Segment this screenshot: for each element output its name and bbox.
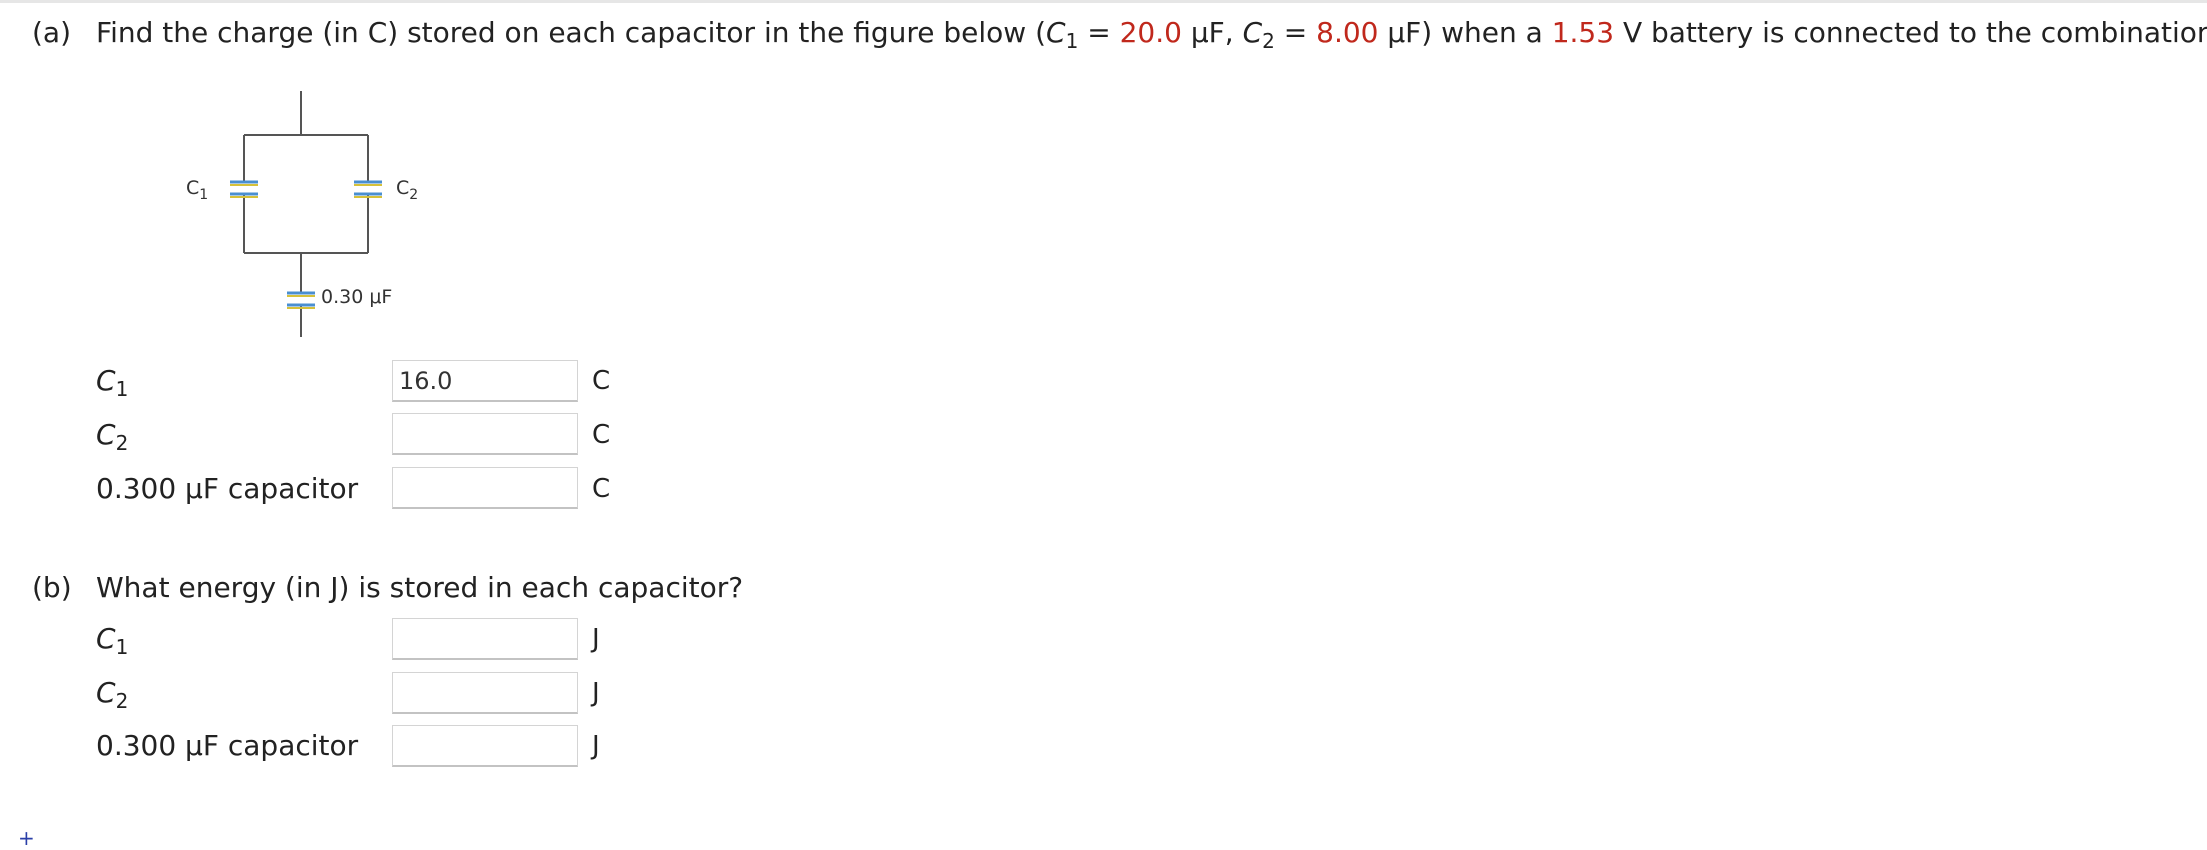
- question-text-1: Find the charge (in C) stored on each ca…: [96, 16, 1047, 49]
- a-c3-charge-input[interactable]: [392, 467, 578, 509]
- c2-subscript: 2: [1262, 29, 1275, 53]
- a-row-1-label: C1: [96, 364, 129, 401]
- b-row-2-unit: J: [592, 678, 600, 708]
- b-c3-energy-input[interactable]: [392, 725, 578, 767]
- a-row-3-label: 0.300 μF capacitor: [96, 472, 359, 505]
- unit-sep-1: μF,: [1181, 16, 1243, 49]
- part-a-label: (a): [32, 16, 72, 49]
- part-b-question: What energy (in J) is stored in each cap…: [96, 571, 744, 604]
- part-a-question: Find the charge (in C) stored on each ca…: [96, 16, 2207, 53]
- capacitor-c2-symbol: [354, 180, 382, 198]
- b-c2-energy-input[interactable]: [392, 672, 578, 714]
- b-row-3-unit: J: [592, 731, 600, 761]
- c1-symbol: C: [1046, 16, 1066, 49]
- top-divider: [0, 0, 2207, 3]
- c2-symbol: C: [1242, 16, 1263, 49]
- question-text-2: μF) when a: [1378, 16, 1552, 49]
- b-row-2-label: C2: [96, 676, 129, 713]
- c2-value: 8.00: [1316, 16, 1379, 49]
- b-c1-energy-input[interactable]: [392, 618, 578, 660]
- b-row-3-label: 0.300 μF capacitor: [96, 729, 359, 762]
- a-row-2-unit: C: [592, 420, 611, 450]
- part-b-label: (b): [32, 571, 72, 604]
- capacitor-c1-symbol: [230, 180, 258, 198]
- equals-1: =: [1078, 16, 1120, 49]
- c1-value: 20.0: [1119, 16, 1182, 49]
- voltage-value: 1.53: [1551, 16, 1615, 49]
- a-row-1-unit: C: [592, 366, 611, 396]
- c1-subscript: 1: [1065, 29, 1079, 53]
- a-c1-charge-input[interactable]: [392, 360, 578, 402]
- question-text-3: V battery is connected to the combinatio…: [1614, 16, 2207, 49]
- figure-c3-label: 0.30 μF: [321, 286, 392, 308]
- a-row-2-label: C2: [96, 418, 129, 455]
- circuit-figure: C1 C2 0.30 μF: [186, 91, 418, 337]
- equals-2: =: [1274, 16, 1317, 49]
- figure-c1-label: C1: [186, 177, 208, 203]
- capacitor-c3-symbol: [287, 291, 315, 309]
- b-row-1-unit: J: [592, 624, 600, 654]
- a-row-3-unit: C: [592, 474, 611, 504]
- b-row-1-label: C1: [96, 622, 129, 659]
- expand-plus-icon[interactable]: +: [18, 828, 35, 848]
- a-c2-charge-input[interactable]: [392, 413, 578, 455]
- figure-c2-label: C2: [396, 177, 418, 203]
